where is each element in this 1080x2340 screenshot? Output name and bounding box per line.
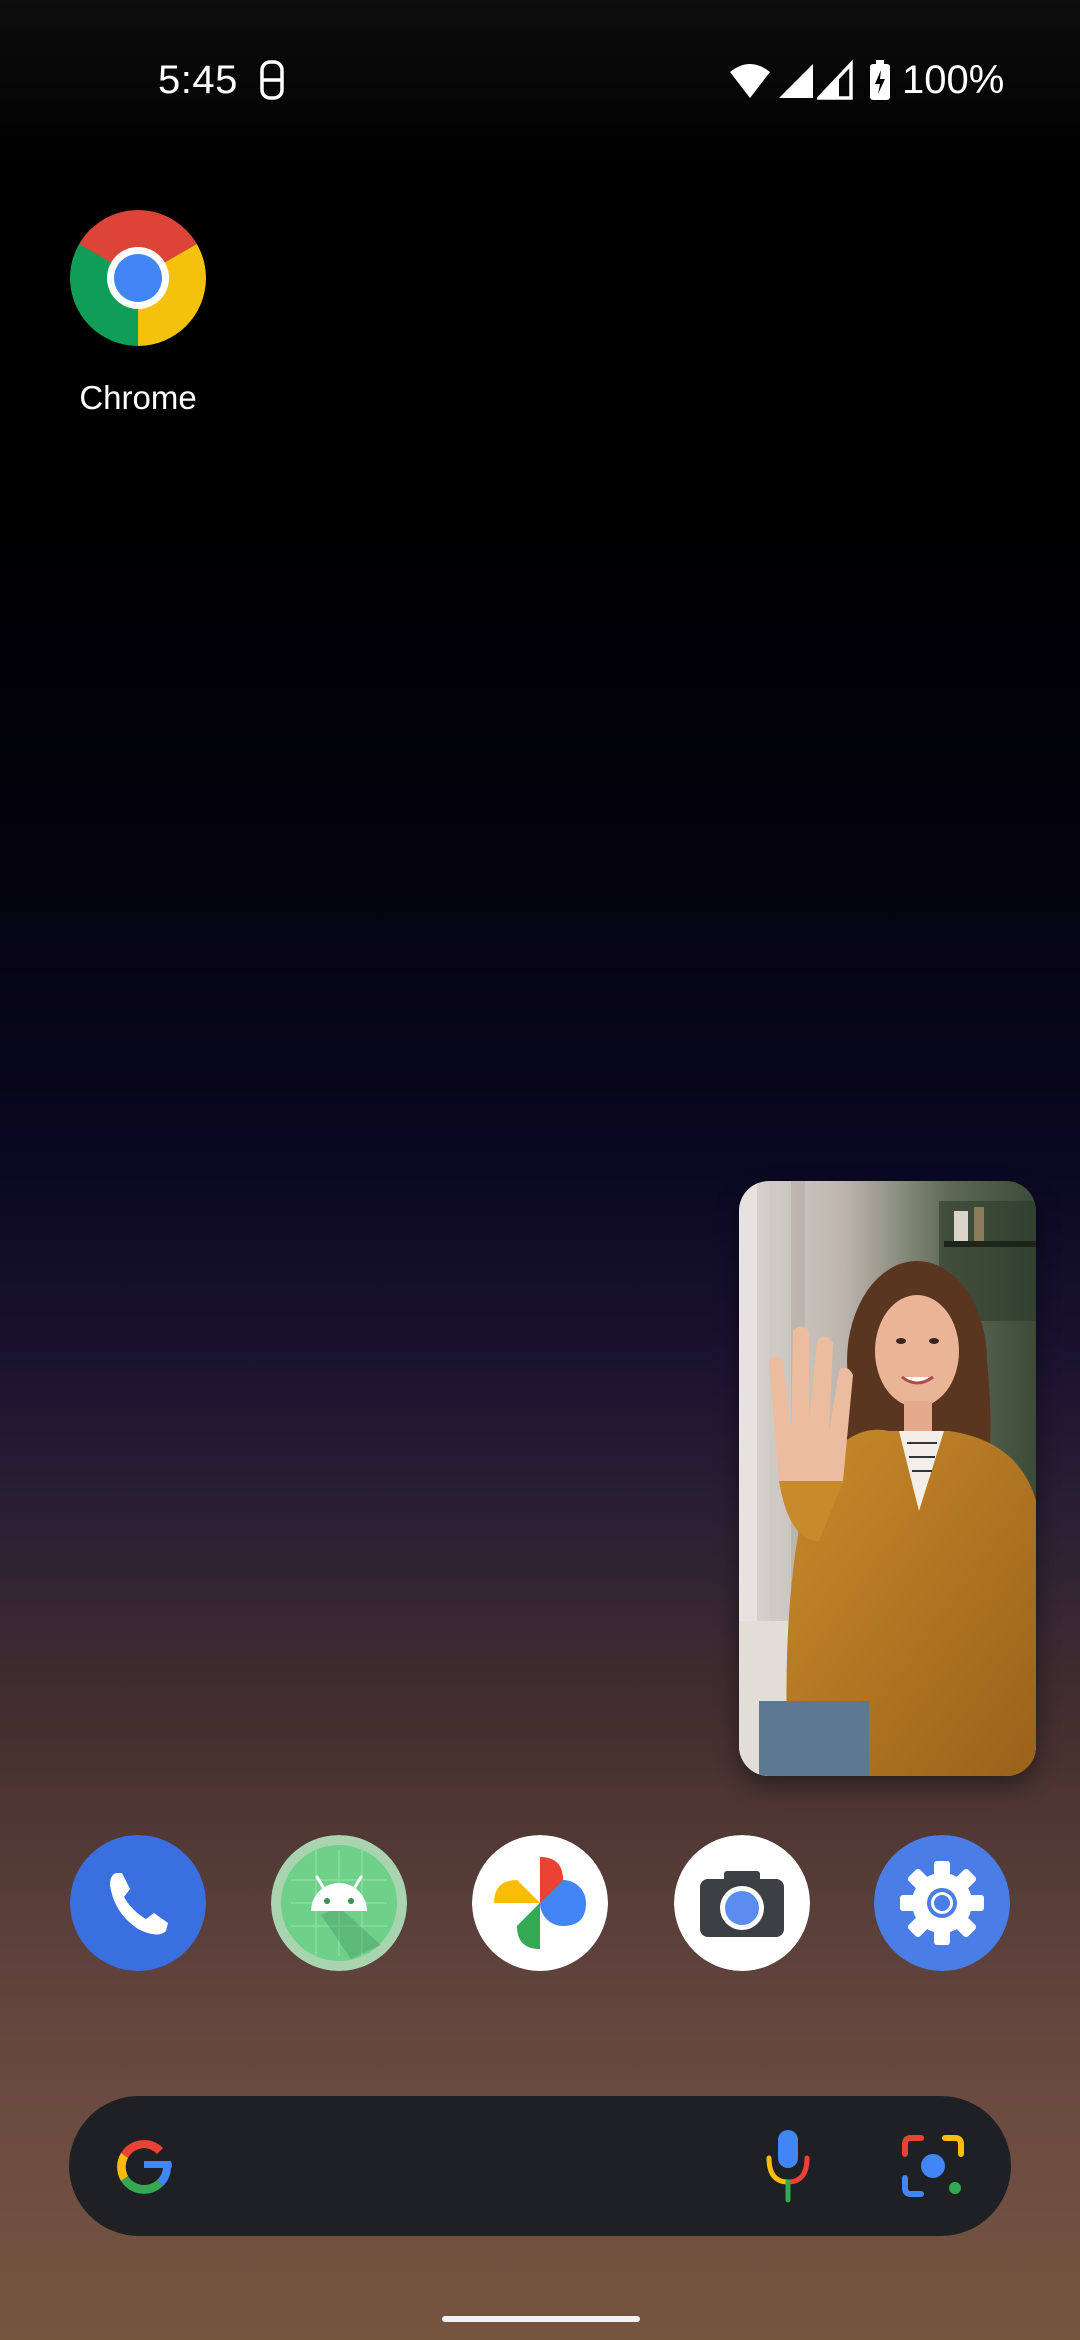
cell-signal-icon (779, 64, 813, 98)
lens-icon[interactable] (899, 2132, 967, 2200)
google-g-icon (117, 2140, 172, 2194)
camera-icon[interactable] (674, 1835, 810, 1971)
battery-percent: 100% (902, 58, 1005, 102)
gesture-nav-handle[interactable] (442, 2316, 640, 2322)
phone-icon[interactable] (70, 1835, 206, 1971)
microphone-icon[interactable] (763, 2126, 813, 2206)
photos-icon[interactable] (472, 1835, 608, 1971)
wifi-icon (730, 64, 770, 98)
status-bar: 5:45 100% (0, 0, 1080, 170)
notification-icon (260, 60, 284, 100)
pip-video-window[interactable] (739, 1181, 1036, 1776)
app-label-chrome: Chrome (79, 379, 197, 416)
android-studio-icon[interactable] (271, 1835, 407, 1971)
google-search-bar[interactable] (69, 2096, 1011, 2236)
settings-icon[interactable] (874, 1835, 1010, 1971)
status-time: 5:45 (158, 58, 238, 102)
pip-video-frame (739, 1181, 1036, 1776)
battery-charging-icon (870, 60, 890, 100)
chrome-icon (69, 210, 207, 346)
app-chrome[interactable]: Chrome (58, 210, 218, 417)
cell-signal-2-icon (817, 59, 853, 100)
